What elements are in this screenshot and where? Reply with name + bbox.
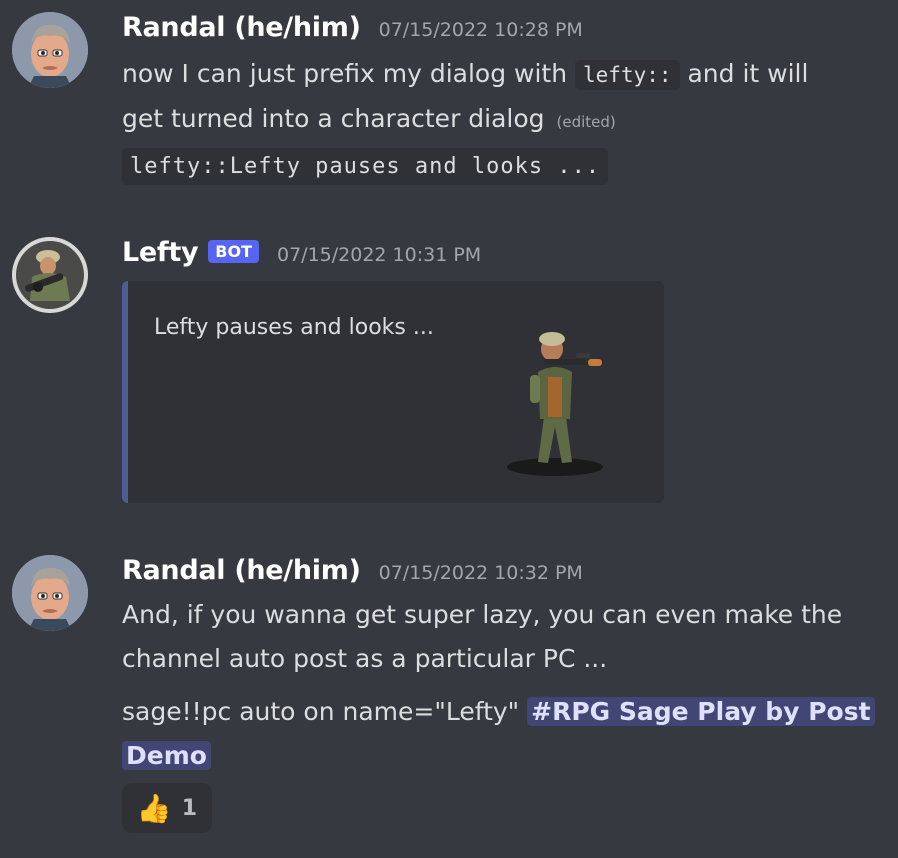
- lefty-avatar-image: [12, 237, 88, 313]
- channel-mention-label: RPG Sage Play by Post: [552, 697, 871, 726]
- message-text: And, if you wanna get super lazy, you ca…: [122, 600, 843, 629]
- message-text: channel auto post as a particular PC ...: [122, 644, 608, 673]
- lefty-avatar[interactable]: [12, 237, 88, 313]
- channel-thread-icon: #: [531, 697, 553, 726]
- message-header: Randal (he/him) 07/15/2022 10:32 PM: [122, 555, 583, 586]
- reaction-thumbs-up[interactable]: 👍 1: [122, 783, 212, 833]
- channel-mention[interactable]: #RPG Sage Play by Post: [527, 697, 875, 726]
- message-content: And, if you wanna get super lazy, you ca…: [122, 593, 892, 681]
- message-content-command: sage!!pc auto on name="Lefty" #RPG Sage …: [122, 690, 892, 778]
- command-text: sage!!pc auto on name="Lefty": [122, 697, 528, 726]
- randal-avatar[interactable]: [12, 555, 88, 631]
- channel-mention-label: Demo: [126, 741, 207, 770]
- thumbs-up-icon: 👍: [136, 791, 172, 825]
- reaction-count: 1: [181, 795, 198, 821]
- embed-thumbnail-miniature[interactable]: [500, 317, 610, 477]
- username[interactable]: Randal (he/him): [122, 555, 361, 586]
- bot-tag: BOT: [208, 240, 259, 263]
- message-lefty: Lefty BOT 07/15/2022 10:31 PM Lefty paus…: [0, 0, 898, 520]
- timestamp[interactable]: 07/15/2022 10:31 PM: [277, 244, 481, 266]
- username[interactable]: Lefty: [122, 237, 199, 268]
- message-header: Lefty BOT 07/15/2022 10:31 PM: [122, 237, 481, 268]
- embed-description: Lefty pauses and looks ...: [154, 315, 434, 340]
- randal-avatar-image: [12, 555, 88, 631]
- channel-mention-continued[interactable]: Demo: [122, 741, 211, 770]
- timestamp[interactable]: 07/15/2022 10:32 PM: [379, 562, 583, 584]
- message-embed: Lefty pauses and looks ...: [122, 281, 664, 503]
